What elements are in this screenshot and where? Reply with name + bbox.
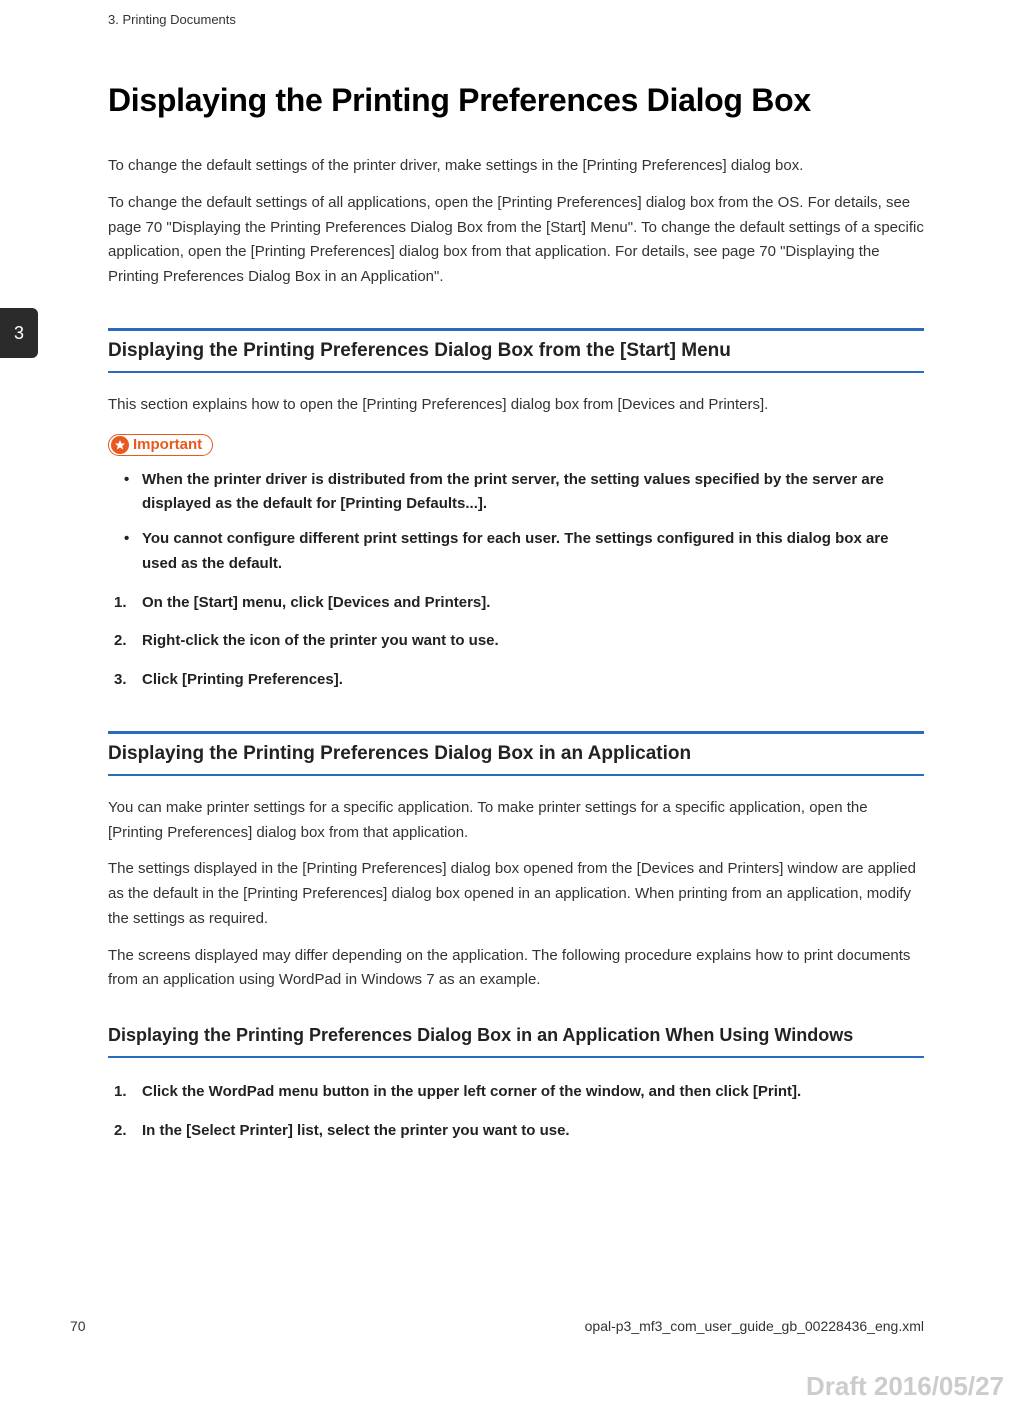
step-number: 1. xyxy=(114,591,127,616)
important-label: Important xyxy=(133,436,202,453)
page-content: Displaying the Printing Preferences Dial… xyxy=(0,27,1032,1144)
step-text: In the [Select Printer] list, select the… xyxy=(142,1122,570,1139)
step-item: 2.Right-click the icon of the printer yo… xyxy=(142,629,924,654)
subsection-heading-windows: Displaying the Printing Preferences Dial… xyxy=(108,1023,924,1058)
draft-stamp: Draft 2016/05/27 xyxy=(806,1371,1004,1402)
important-item: When the printer driver is distributed f… xyxy=(142,468,924,518)
section1-intro: This section explains how to open the [P… xyxy=(108,393,924,418)
page-title: Displaying the Printing Preferences Dial… xyxy=(108,82,924,119)
step-number: 1. xyxy=(114,1080,127,1105)
section-heading-application: Displaying the Printing Preferences Dial… xyxy=(108,731,924,776)
step-number: 2. xyxy=(114,629,127,654)
page-header: 3. Printing Documents xyxy=(0,0,1032,27)
section2-p2: The settings displayed in the [Printing … xyxy=(108,857,924,931)
breadcrumb: 3. Printing Documents xyxy=(108,12,236,27)
chapter-tab: 3 xyxy=(0,308,38,358)
important-badge: Important xyxy=(108,434,213,456)
step-text: On the [Start] menu, click [Devices and … xyxy=(142,594,490,611)
chapter-number: 3 xyxy=(14,323,24,344)
section-heading-start-menu: Displaying the Printing Preferences Dial… xyxy=(108,328,924,373)
source-filename: opal-p3_mf3_com_user_guide_gb_00228436_e… xyxy=(585,1318,924,1334)
intro-paragraph-2: To change the default settings of all ap… xyxy=(108,191,924,290)
step-item: 3.Click [Printing Preferences]. xyxy=(142,668,924,693)
step-item: 2.In the [Select Printer] list, select t… xyxy=(142,1119,924,1144)
star-icon xyxy=(111,436,129,454)
important-list: When the printer driver is distributed f… xyxy=(108,468,924,577)
steps-list-1: 1. On the [Start] menu, click [Devices an… xyxy=(108,591,924,693)
step-text: Click [Printing Preferences]. xyxy=(142,671,343,688)
step-text: Click the WordPad menu button in the upp… xyxy=(142,1083,801,1100)
important-item: You cannot configure different print set… xyxy=(142,527,924,577)
step-item: 1.On the [Start] menu, click [Devices an… xyxy=(142,591,924,616)
section2-p3: The screens displayed may differ dependi… xyxy=(108,944,924,994)
step-text: Right-click the icon of the printer you … xyxy=(142,632,499,649)
intro-paragraph-1: To change the default settings of the pr… xyxy=(108,154,924,179)
step-number: 2. xyxy=(114,1119,127,1144)
steps-list-2: 1. Click the WordPad menu button in the u… xyxy=(108,1080,924,1144)
step-item: 1.Click the WordPad menu button in the u… xyxy=(142,1080,924,1105)
page-number: 70 xyxy=(70,1318,86,1334)
section2-p1: You can make printer settings for a spec… xyxy=(108,796,924,846)
step-number: 3. xyxy=(114,668,127,693)
